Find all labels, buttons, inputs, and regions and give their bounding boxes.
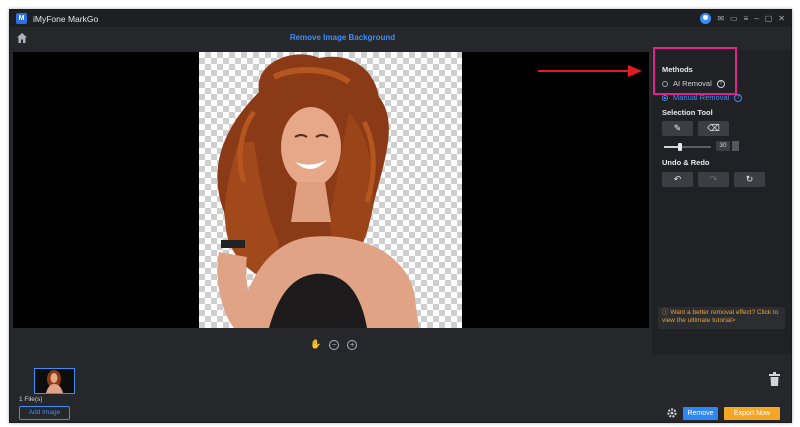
brush-size-handle[interactable] bbox=[678, 143, 683, 151]
remove-button[interactable]: Remove bbox=[683, 407, 718, 420]
trash-icon[interactable] bbox=[769, 372, 780, 386]
eraser-icon: ⌫ bbox=[707, 123, 720, 133]
brush-icon: ✎ bbox=[673, 123, 682, 133]
chat-icon[interactable]: ▭ bbox=[730, 13, 738, 24]
undo-redo-title: Undo & Redo bbox=[662, 158, 710, 167]
app-title: iMyFone MarkGo bbox=[33, 13, 99, 24]
page-title: Remove Image Background bbox=[289, 33, 396, 42]
thumbnail-image bbox=[35, 369, 74, 393]
header: Remove Image Background bbox=[10, 27, 791, 49]
export-button[interactable]: Export Now bbox=[724, 407, 780, 420]
annotation-arrow-icon bbox=[538, 65, 642, 77]
reset-button[interactable]: ↻ bbox=[734, 172, 765, 187]
minimize-icon[interactable]: – bbox=[754, 13, 758, 24]
brush-size-slider[interactable] bbox=[664, 143, 711, 151]
files-count: 1 File(s) bbox=[19, 396, 43, 403]
zoom-out-icon[interactable]: − bbox=[329, 339, 340, 350]
redo-button[interactable]: ↷ bbox=[698, 172, 729, 187]
user-icon[interactable] bbox=[700, 13, 712, 24]
brush-size-value[interactable]: 30 bbox=[716, 141, 730, 151]
reset-icon: ↻ bbox=[745, 174, 754, 184]
restore-icon[interactable]: ▢ bbox=[765, 13, 773, 24]
window-controls: ✉ ▭ ≡ – ▢ ✕ bbox=[700, 13, 785, 24]
brush-button[interactable]: ✎ bbox=[662, 121, 693, 136]
tutorial-tip-text: Want a better removal effect? Click to v… bbox=[662, 309, 779, 324]
canvas-tools: ✋ − + bbox=[310, 339, 358, 350]
redo-icon: ↷ bbox=[709, 174, 718, 184]
eraser-button[interactable]: ⌫ bbox=[698, 121, 729, 136]
methods-highlight-box bbox=[653, 47, 737, 95]
undo-icon: ↶ bbox=[673, 174, 682, 184]
radio-manual-removal[interactable] bbox=[662, 94, 668, 101]
undo-button[interactable]: ↶ bbox=[662, 172, 693, 187]
gear-icon[interactable] bbox=[667, 408, 677, 418]
app-logo: M bbox=[16, 13, 27, 24]
title-bar: M iMyFone MarkGo ✉ ▭ ≡ – ▢ ✕ bbox=[10, 10, 791, 27]
tutorial-tip[interactable]: ⓘ Want a better removal effect? Click to… bbox=[658, 307, 785, 329]
selection-tool-title: Selection Tool bbox=[662, 108, 713, 117]
add-image-button[interactable]: Add Image bbox=[19, 406, 70, 420]
image-canvas[interactable] bbox=[13, 52, 649, 328]
image-thumbnail[interactable] bbox=[34, 368, 75, 394]
zoom-in-icon[interactable]: + bbox=[347, 339, 358, 350]
brush-size-stepper[interactable] bbox=[732, 141, 739, 151]
menu-icon[interactable]: ≡ bbox=[744, 13, 749, 24]
subject-image bbox=[217, 54, 419, 328]
hand-icon[interactable]: ✋ bbox=[310, 339, 321, 350]
app-window: M iMyFone MarkGo ✉ ▭ ≡ – ▢ ✕ Remove Imag… bbox=[9, 9, 792, 423]
mail-icon[interactable]: ✉ bbox=[717, 13, 724, 24]
image-preview[interactable] bbox=[199, 52, 462, 328]
right-panel: Methods AI Removal ? Manual Removal ? Se… bbox=[652, 50, 791, 354]
close-icon[interactable]: ✕ bbox=[778, 13, 785, 24]
